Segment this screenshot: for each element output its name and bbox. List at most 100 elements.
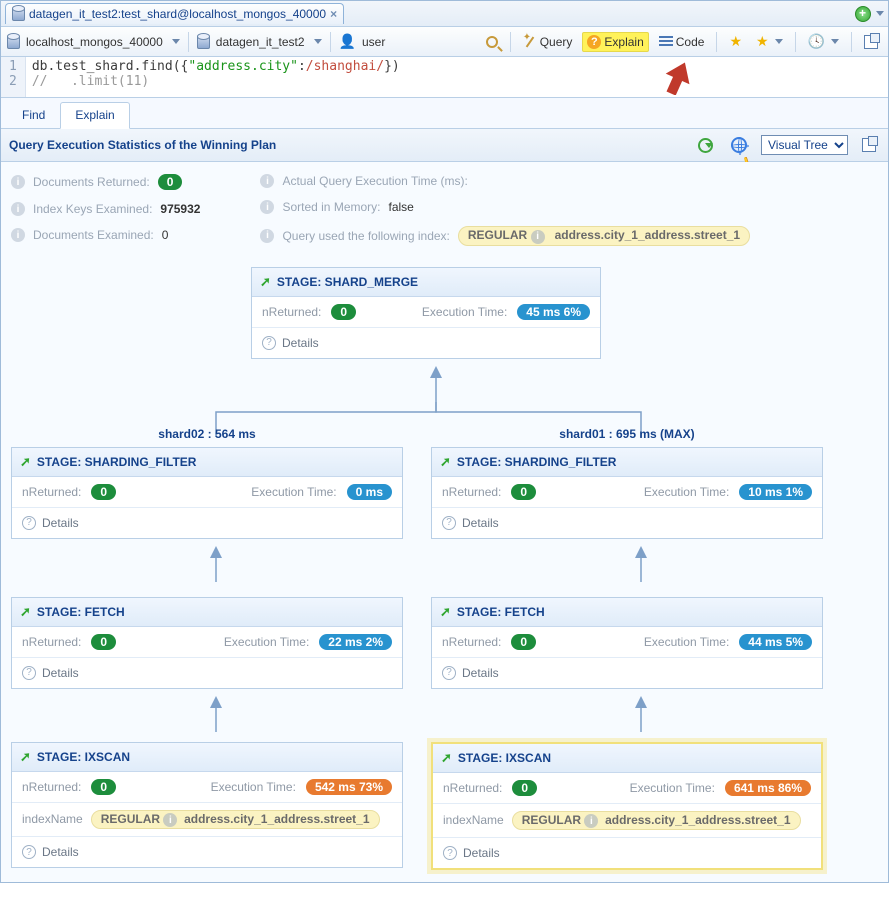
code-button[interactable]: Code xyxy=(655,33,709,51)
query-button[interactable]: Query xyxy=(519,33,577,51)
question-icon: ? xyxy=(262,336,276,350)
stage-ixscan-right[interactable]: ➚STAGE: IXSCAN nReturned:0Execution Time… xyxy=(431,742,823,871)
user-selector[interactable]: user xyxy=(362,35,385,49)
index-pill: REGULAR i address.city_1_address.street_… xyxy=(512,811,801,831)
stats-panel: i Documents Returned: 0 i Index Keys Exa… xyxy=(1,162,888,252)
explain-tree[interactable]: ➚STAGE: SHARD_MERGE nReturned: 0 Executi… xyxy=(1,252,888,882)
code-editor[interactable]: 1 2 db.test_shard.find({"address.city":/… xyxy=(1,57,888,98)
toolbar-separator xyxy=(716,32,717,52)
magnifier-icon xyxy=(486,36,498,48)
stat-exec-time: i Actual Query Execution Time (ms): xyxy=(260,174,750,188)
collection-icon xyxy=(197,35,210,49)
annotation-arrow-icon xyxy=(663,61,693,98)
database-icon xyxy=(12,7,25,21)
zoom-pan-toggle-button[interactable] xyxy=(694,136,717,155)
tab-explain[interactable]: Explain xyxy=(60,102,129,129)
star-icon: ★ xyxy=(756,33,769,50)
database-selector[interactable]: datagen_it_test2 xyxy=(216,35,305,49)
stage-shard-merge[interactable]: ➚STAGE: SHARD_MERGE nReturned: 0 Executi… xyxy=(251,267,601,359)
info-icon: i xyxy=(11,202,25,216)
info-icon: i xyxy=(260,200,274,214)
question-icon: ? xyxy=(587,35,601,49)
popout-button[interactable] xyxy=(860,33,882,51)
details-toggle[interactable]: ?Details xyxy=(252,328,600,358)
favorite-add-button[interactable]: ★ xyxy=(725,31,746,52)
caret-down-icon xyxy=(831,39,839,44)
explain-button[interactable]: ?Explain xyxy=(582,32,648,52)
find-tool-button[interactable] xyxy=(482,34,502,50)
line-number: 1 xyxy=(9,59,17,74)
query-label: Query xyxy=(540,35,573,49)
caret-down-icon xyxy=(775,39,783,44)
toolbar-separator xyxy=(330,32,331,52)
line-number: 2 xyxy=(9,74,17,89)
stage-icon: ➚ xyxy=(20,604,31,620)
toolbar-separator xyxy=(188,32,189,52)
info-icon: i xyxy=(11,228,25,242)
close-tab-icon[interactable]: × xyxy=(330,7,337,21)
question-icon: ? xyxy=(442,666,456,680)
stage-icon: ➚ xyxy=(260,274,271,290)
question-icon: ? xyxy=(443,846,457,860)
stage-icon: ➚ xyxy=(440,454,451,470)
question-icon: ? xyxy=(22,516,36,530)
view-mode-select[interactable]: Visual Tree xyxy=(761,135,848,155)
info-icon: i xyxy=(584,814,598,828)
question-icon: ? xyxy=(22,666,36,680)
database-caret-icon[interactable] xyxy=(314,39,322,44)
refresh-icon xyxy=(698,138,713,153)
toolbar-separator xyxy=(510,32,511,52)
stage-sharding-filter-right[interactable]: ➚STAGE: SHARDING_FILTER nReturned:0Execu… xyxy=(431,447,823,539)
info-icon: i xyxy=(531,230,545,244)
stage-icon: ➚ xyxy=(20,749,31,765)
connection-caret-icon[interactable] xyxy=(172,39,180,44)
editor-content[interactable]: db.test_shard.find({"address.city":/shan… xyxy=(26,57,406,97)
history-button[interactable]: 🕓 xyxy=(804,31,843,52)
details-toggle[interactable]: ?Details xyxy=(12,508,402,538)
index-pill: REGULAR i address.city_1_address.street_… xyxy=(458,226,750,246)
details-toggle[interactable]: ?Details xyxy=(12,837,402,867)
tab-find[interactable]: Find xyxy=(7,102,60,128)
stage-ixscan-left[interactable]: ➚STAGE: IXSCAN nReturned:0Execution Time… xyxy=(11,742,403,869)
stat-sorted: i Sorted in Memory: false xyxy=(260,200,750,214)
popout-section-button[interactable] xyxy=(858,136,880,154)
details-toggle[interactable]: ?Details xyxy=(433,838,821,868)
toolbar-separator xyxy=(795,32,796,52)
stage-sharding-filter-left[interactable]: ➚STAGE: SHARDING_FILTER nReturned:0Execu… xyxy=(11,447,403,539)
stat-docs-returned: i Documents Returned: 0 xyxy=(11,174,200,190)
info-icon: i xyxy=(163,813,177,827)
stage-icon: ➚ xyxy=(20,454,31,470)
explain-label: Explain xyxy=(604,35,643,49)
result-tabs: Find Explain xyxy=(1,98,888,129)
stat-index-used: i Query used the following index: REGULA… xyxy=(260,226,750,246)
stat-docs-examined: i Documents Examined: 0 xyxy=(11,228,200,242)
globe-icon xyxy=(731,137,747,153)
stage-icon: ➚ xyxy=(441,750,452,766)
tab-menu-caret-icon[interactable] xyxy=(876,11,884,16)
details-toggle[interactable]: ?Details xyxy=(432,508,822,538)
stat-value: 0 xyxy=(158,174,183,190)
connection-selector[interactable]: localhost_mongos_40000 xyxy=(26,35,163,49)
connection-icon xyxy=(7,35,20,49)
main-toolbar: localhost_mongos_40000 datagen_it_test2 … xyxy=(1,27,888,57)
code-icon xyxy=(659,36,673,48)
web-view-button[interactable] xyxy=(727,135,751,155)
connection-tab[interactable]: datagen_it_test2:test_shard@localhost_mo… xyxy=(5,3,344,24)
favorite-menu-button[interactable]: ★ xyxy=(752,31,787,52)
stage-fetch-left[interactable]: ➚STAGE: FETCH nReturned:0Execution Time:… xyxy=(11,597,403,689)
code-label: Code xyxy=(676,35,705,49)
section-title: Query Execution Statistics of the Winnin… xyxy=(9,138,276,152)
history-icon: 🕓 xyxy=(808,33,825,50)
info-icon: i xyxy=(260,174,274,188)
details-toggle[interactable]: ?Details xyxy=(12,658,402,688)
add-tab-button[interactable] xyxy=(855,6,871,22)
question-icon: ? xyxy=(22,845,36,859)
question-icon: ? xyxy=(442,516,456,530)
index-pill: REGULAR i address.city_1_address.street_… xyxy=(91,810,380,830)
stage-fetch-right[interactable]: ➚STAGE: FETCH nReturned:0Execution Time:… xyxy=(431,597,823,689)
details-toggle[interactable]: ?Details xyxy=(432,658,822,688)
editor-gutter: 1 2 xyxy=(1,57,26,97)
star-plus-icon: ★ xyxy=(729,33,742,50)
wand-icon xyxy=(523,35,537,49)
popout-icon xyxy=(864,35,878,49)
